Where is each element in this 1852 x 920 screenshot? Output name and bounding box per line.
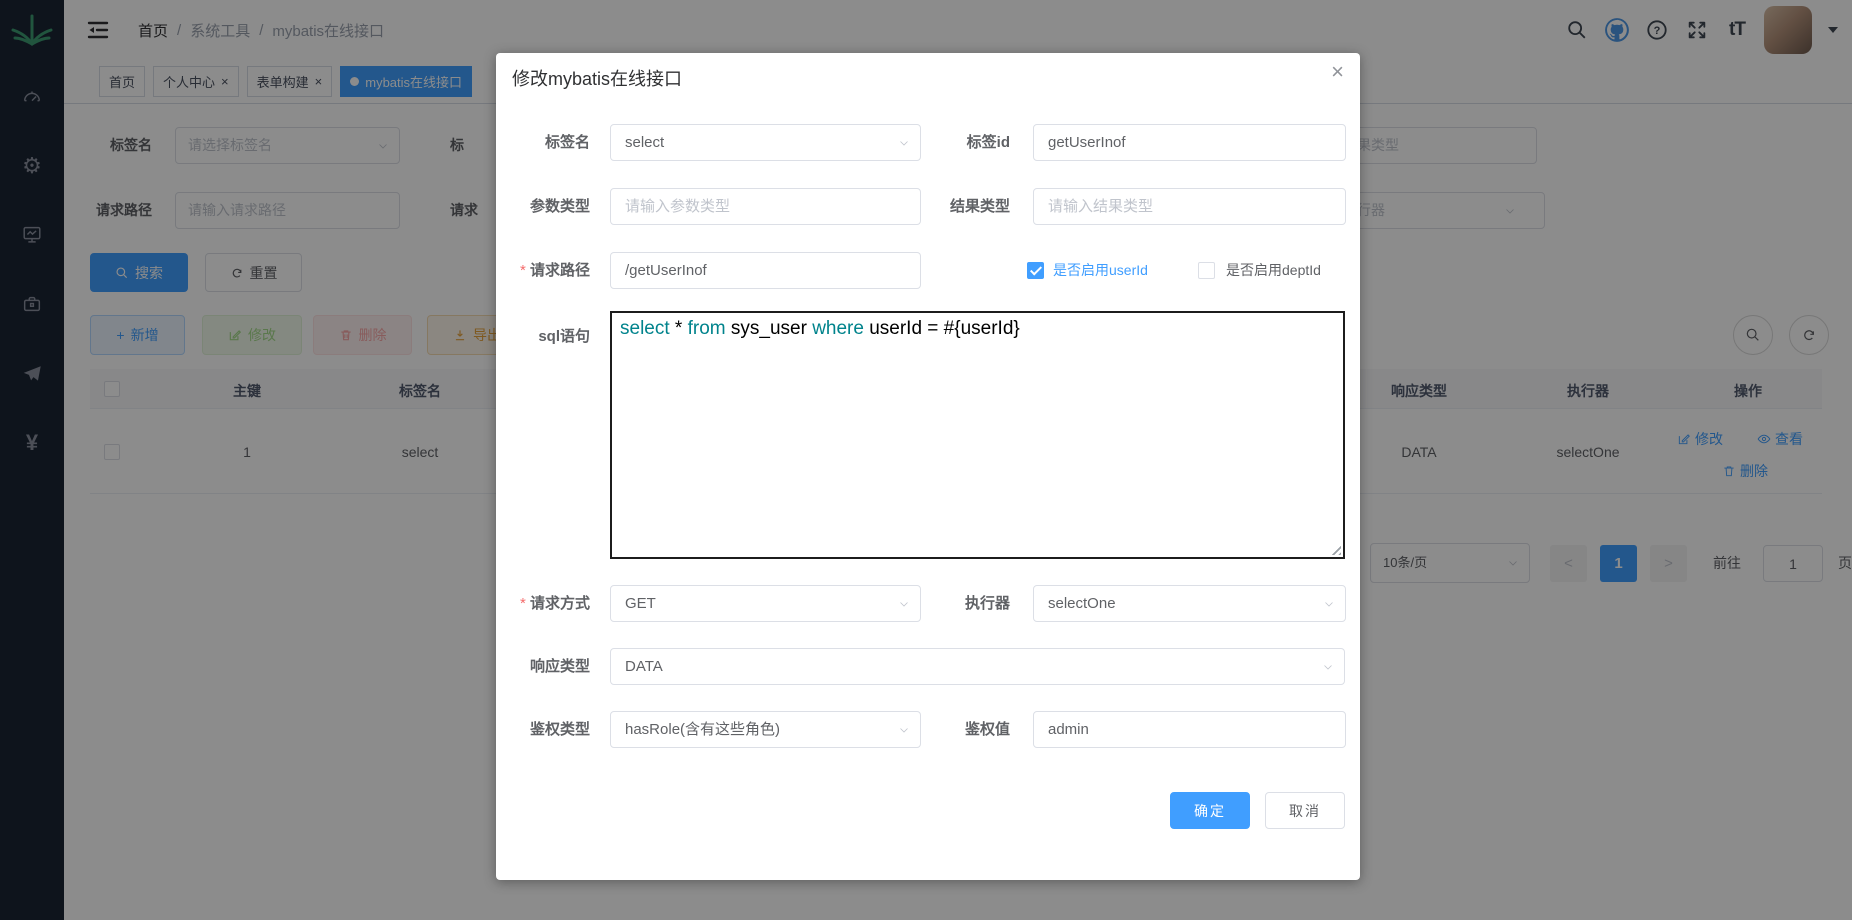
sql-keyword: from [688, 318, 726, 339]
select-value: GET [625, 595, 656, 612]
enable-userid-label[interactable]: 是否启用userId [1053, 252, 1148, 289]
enable-deptid-checkbox[interactable] [1198, 262, 1215, 279]
response-type-select[interactable]: DATA [610, 648, 1345, 685]
select-value: hasRole(含有这些角色) [625, 721, 780, 738]
enable-deptid-label[interactable]: 是否启用deptId [1226, 252, 1321, 289]
auth-value-label: 鉴权值 [928, 711, 1010, 748]
request-path-input[interactable] [610, 252, 921, 289]
enable-userid-checkbox[interactable] [1027, 262, 1044, 279]
result-type-label: 结果类型 [928, 188, 1010, 225]
dialog-title: 修改mybatis在线接口 [512, 65, 682, 91]
chevron-down-icon [898, 598, 910, 610]
auth-type-select[interactable]: hasRole(含有这些角色) [610, 711, 921, 748]
auth-value-input[interactable] [1033, 711, 1346, 748]
sql-keyword: where [812, 318, 864, 339]
tag-id-label: 标签id [928, 124, 1010, 161]
confirm-button[interactable]: 确定 [1170, 792, 1250, 829]
dialog-close-icon[interactable]: × [1331, 61, 1344, 83]
request-method-select[interactable]: GET [610, 585, 921, 622]
request-method-label: 请求方式 [496, 585, 590, 622]
tag-name-label: 标签名 [496, 124, 590, 161]
cancel-button[interactable]: 取消 [1265, 792, 1345, 829]
tag-id-input[interactable] [1033, 124, 1346, 161]
param-type-label: 参数类型 [496, 188, 590, 225]
executor-label: 执行器 [928, 585, 1010, 622]
screen: ⚙ ¥ [0, 0, 1852, 920]
sql-label: sql语句 [496, 318, 590, 355]
sql-keyword: select [620, 318, 670, 339]
sql-text: userId = #{userId} [864, 318, 1020, 339]
result-type-input[interactable] [1033, 188, 1346, 225]
auth-type-label: 鉴权类型 [496, 711, 590, 748]
select-value: DATA [625, 658, 663, 675]
edit-dialog: 修改mybatis在线接口 × 标签名 select 标签id 参数类型 结果类… [496, 53, 1360, 880]
resize-handle[interactable] [1328, 542, 1341, 555]
sql-text: sys_user [726, 318, 813, 339]
chevron-down-icon [898, 724, 910, 736]
select-value: select [625, 134, 664, 151]
select-value: selectOne [1048, 595, 1116, 612]
chevron-down-icon [1323, 598, 1335, 610]
sql-text: * [670, 318, 688, 339]
response-type-label: 响应类型 [496, 648, 590, 685]
param-type-input[interactable] [610, 188, 921, 225]
request-path-label: 请求路径 [496, 252, 590, 289]
chevron-down-icon [898, 137, 910, 149]
tag-name-select[interactable]: select [610, 124, 921, 161]
executor-select[interactable]: selectOne [1033, 585, 1346, 622]
chevron-down-icon [1322, 661, 1334, 673]
sql-editor[interactable]: select * from sys_user where userId = #{… [610, 311, 1345, 559]
